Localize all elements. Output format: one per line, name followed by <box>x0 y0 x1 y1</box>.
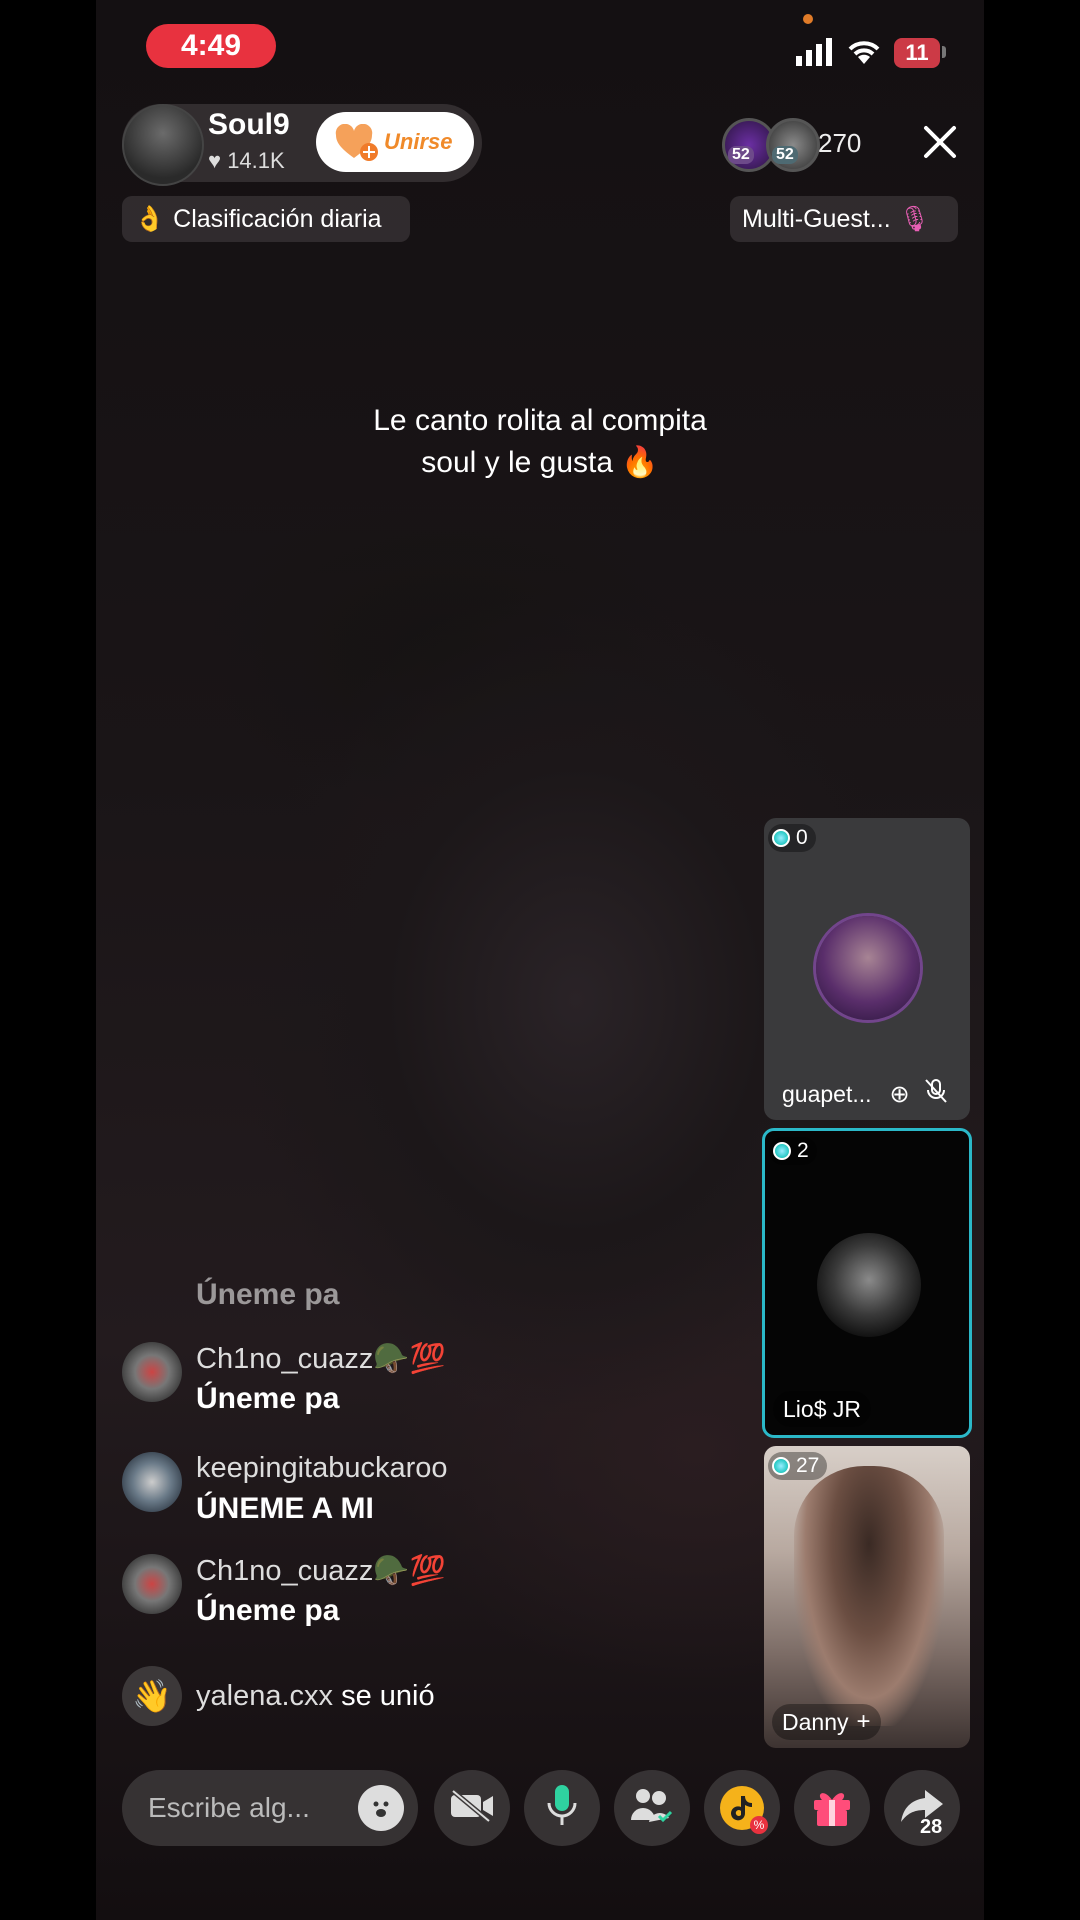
top-viewer-badge-2: 52 <box>772 146 798 164</box>
heart-icon: ♥ <box>208 148 222 173</box>
guest-avatar-2 <box>817 1233 921 1337</box>
guest-tile-count-2: 2 <box>769 1137 817 1165</box>
video-caption: Le canto rolita al compita soul y le gus… <box>300 400 780 484</box>
multi-guest-label: Multi-Guest... <box>742 204 891 233</box>
share-count: 28 <box>920 1816 943 1838</box>
guest-count-1: 0 <box>796 826 808 849</box>
guest-tile-2[interactable]: 2 Lio$ JR <box>762 1128 972 1438</box>
comment-input-placeholder: Escribe alg... <box>148 1792 310 1823</box>
microphone-icon: 🎙 <box>898 204 931 233</box>
guest-count-3: 27 <box>796 1454 820 1477</box>
chat-username-2[interactable]: keepingitabuckaroo <box>196 1452 448 1485</box>
join-event-text: yalena.cxx se unió <box>196 1680 435 1713</box>
join-event-user[interactable]: yalena.cxx <box>196 1680 333 1712</box>
wave-hand-icon: 👋 <box>122 1666 182 1726</box>
guest-name-3: Danny <box>782 1708 849 1735</box>
tiktok-discount-icon: % <box>720 1786 768 1834</box>
daily-ranking-tag[interactable]: 👌 Clasificación diaria <box>122 196 410 242</box>
gem-icon <box>772 1457 790 1475</box>
chat-text-3: Úneme pa <box>196 1594 340 1627</box>
fire-hand-icon: 👌 <box>134 204 166 233</box>
add-icon[interactable]: + <box>856 1708 870 1736</box>
guest-video-3 <box>794 1466 944 1726</box>
gift-icon <box>810 1784 854 1833</box>
close-icon[interactable] <box>922 124 958 160</box>
guest-tile-1[interactable]: 0 guapet... ⊕ <box>764 818 970 1120</box>
host-avatar[interactable] <box>122 104 204 186</box>
gem-icon <box>772 829 790 847</box>
status-time: 4:49 <box>146 24 276 68</box>
camera-off-button[interactable] <box>434 1770 510 1846</box>
join-heart-plus-icon <box>334 123 380 161</box>
guest-tile-3[interactable]: 27 Danny + <box>764 1446 970 1748</box>
chat-avatar-3[interactable] <box>122 1554 182 1614</box>
daily-ranking-label: Clasificación diaria <box>173 204 382 233</box>
top-viewer-avatar-2[interactable] <box>766 118 820 172</box>
microphone-button[interactable] <box>524 1770 600 1846</box>
battery-icon: 11 <box>894 38 940 68</box>
battery-nub <box>942 46 946 58</box>
share-button[interactable]: 28 <box>884 1770 960 1846</box>
guests-button[interactable] <box>614 1770 690 1846</box>
emoji-icon[interactable] <box>358 1785 404 1831</box>
viewer-count[interactable]: 270 <box>818 128 861 159</box>
percent-badge-icon: % <box>750 1816 768 1834</box>
guest-tile-count-1: 0 <box>768 824 816 852</box>
chat-text-2: ÚNEME A MI <box>196 1492 374 1525</box>
join-button-label: Unirse <box>384 129 453 154</box>
camera-off-icon <box>449 1788 495 1828</box>
host-likes-count: 14.1K <box>227 148 285 173</box>
gem-icon <box>773 1142 791 1160</box>
top-viewer-badge-1: 52 <box>728 146 754 164</box>
wifi-icon <box>846 38 882 66</box>
chat-text-1: Úneme pa <box>196 1382 340 1415</box>
join-button[interactable]: Unirse <box>316 112 474 172</box>
comment-input[interactable]: Escribe alg... <box>122 1770 418 1846</box>
muted-mic-icon <box>924 1078 948 1110</box>
chat-avatar-1[interactable] <box>122 1342 182 1402</box>
chat-avatar-2[interactable] <box>122 1452 182 1512</box>
guest-name-1: guapet... <box>782 1080 872 1107</box>
battery-level: 11 <box>905 40 929 65</box>
guest-count-2: 2 <box>797 1139 809 1162</box>
discount-button[interactable]: % <box>704 1770 780 1846</box>
guest-name-pill-3: Danny + <box>772 1704 881 1740</box>
host-likes: ♥ 14.1K <box>208 148 285 174</box>
gift-button[interactable] <box>794 1770 870 1846</box>
multi-guest-tag[interactable]: Multi-Guest... 🎙 <box>730 196 958 242</box>
signal-icon <box>796 38 836 66</box>
chat-faded-text: Úneme pa <box>196 1278 340 1311</box>
caption-line-1: Le canto rolita al compita <box>373 404 707 437</box>
status-time-text: 4:49 <box>180 29 242 62</box>
recording-indicator <box>803 14 813 24</box>
guest-name-2: Lio$ JR <box>783 1395 861 1422</box>
chat-username-3[interactable]: Ch1no_cuazz🪖💯 <box>196 1554 446 1588</box>
caption-line-2: soul y le gusta 🔥 <box>421 446 659 479</box>
guest-name-pill-2: Lio$ JR <box>773 1391 871 1427</box>
microphone-on-icon <box>544 1783 580 1834</box>
guest-name-pill-1: guapet... ⊕ <box>772 1076 958 1112</box>
guest-tile-count-3: 27 <box>768 1452 828 1480</box>
guests-icon <box>629 1786 675 1831</box>
host-name[interactable]: Soul9 <box>208 108 290 142</box>
chat-username-1[interactable]: Ch1no_cuazz🪖💯 <box>196 1342 446 1376</box>
join-event-label: se unió <box>341 1680 435 1712</box>
guest-avatar-1 <box>816 916 920 1020</box>
add-icon[interactable]: ⊕ <box>890 1080 910 1109</box>
